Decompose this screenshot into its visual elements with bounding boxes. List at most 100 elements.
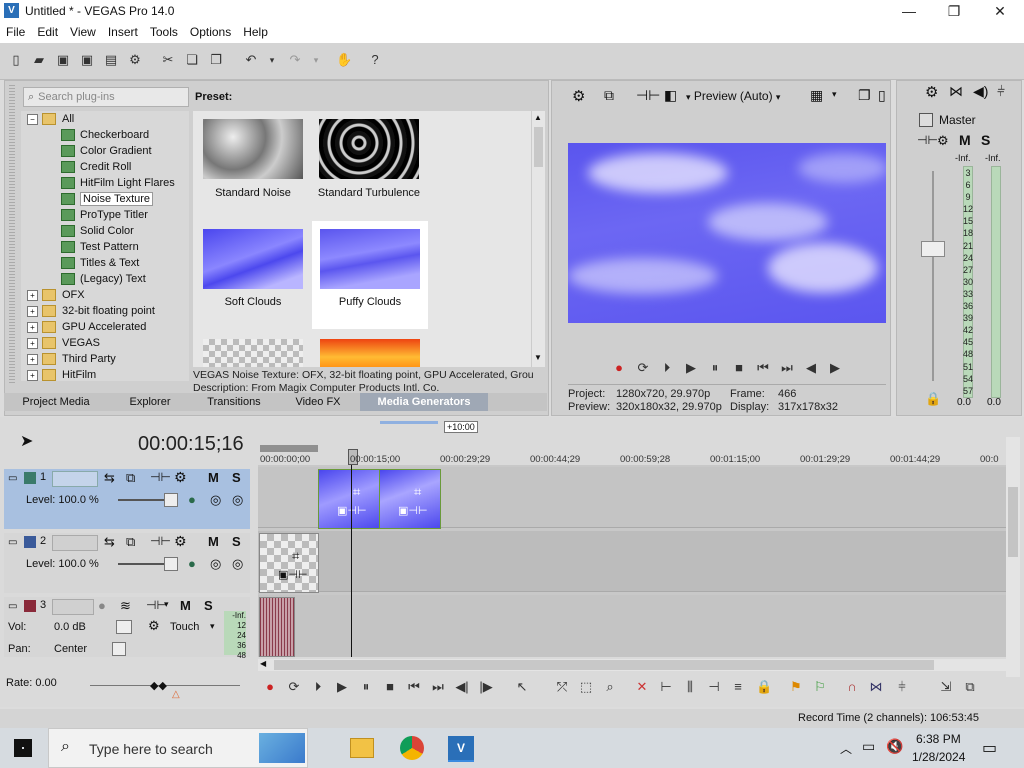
panel-grip[interactable] xyxy=(9,85,15,385)
split-icon[interactable]: ⫼ xyxy=(682,679,698,695)
track-1-gear-icon[interactable]: ⚙ xyxy=(174,469,187,486)
tree-item-vegas[interactable]: + VEGAS xyxy=(27,335,100,351)
loop-icon[interactable]: ⟳ xyxy=(286,679,302,695)
next-frame-icon[interactable]: ▶ xyxy=(828,361,842,375)
play-icon[interactable]: ▶ xyxy=(334,679,350,695)
go-to-end-icon[interactable]: ⏭ xyxy=(780,361,794,375)
split-screen-icon[interactable]: ⊣⊢ xyxy=(636,87,660,104)
windows-start-icon[interactable] xyxy=(14,739,32,757)
undo-icon[interactable]: ↶ xyxy=(243,52,259,68)
mixer-solo-button[interactable]: S xyxy=(981,132,990,148)
tab-video-fx[interactable]: Video FX xyxy=(280,393,356,411)
tab-explorer[interactable]: Explorer xyxy=(108,393,192,411)
hscroll-thumb[interactable] xyxy=(274,660,934,670)
track-1-name-field[interactable] xyxy=(52,471,98,487)
play-from-start-icon[interactable]: ⏵ xyxy=(660,361,674,375)
redo-dropdown-icon[interactable]: ▾ xyxy=(308,52,324,68)
expand-icon[interactable]: + xyxy=(27,353,38,365)
play-icon[interactable]: ▶ xyxy=(684,361,698,375)
next-frame-icon[interactable]: |▶ xyxy=(478,679,494,695)
volume-muted-icon[interactable]: 🔇 xyxy=(886,738,903,755)
preset-soft-clouds-thumb[interactable] xyxy=(203,229,303,289)
timecode-display[interactable]: 00:00:15;16 xyxy=(138,433,244,456)
maximize-button[interactable]: ❐ xyxy=(931,0,977,23)
save-snapshot-icon[interactable]: ▯ xyxy=(878,87,886,104)
preset-standard-turbulence-thumb[interactable] xyxy=(319,119,419,179)
tree-item-titles-text[interactable]: Titles & Text xyxy=(61,255,139,271)
track-3-header[interactable]: ▭ 3 ● ≋ ⊣⊢ ▾ M S Vol: 0.0 dB ⚙ Touch ▾ P… xyxy=(4,597,250,660)
expand-icon[interactable]: + xyxy=(27,289,38,301)
close-button[interactable]: ✕ xyxy=(977,0,1023,23)
mixer-gear-icon[interactable]: ⚙ xyxy=(925,83,938,101)
preview-quality-dropdown[interactable]: ▾ Preview (Auto) ▾ xyxy=(686,89,780,103)
record-icon[interactable]: ● xyxy=(612,361,626,375)
record-icon[interactable]: ● xyxy=(262,679,278,695)
preview-device-icon[interactable]: ⧉ xyxy=(604,87,614,104)
track-2-solo-button[interactable]: S xyxy=(232,534,241,549)
properties-gear-icon[interactable]: ⚙ xyxy=(127,52,143,68)
track-3-mute-button[interactable]: M xyxy=(180,598,191,613)
taskbar-date[interactable]: 1/28/2024 xyxy=(912,750,965,764)
render-icon[interactable]: ▤ xyxy=(103,52,119,68)
lock-icon[interactable]: 🔒 xyxy=(756,679,772,695)
mixer-speaker-icon[interactable]: ◀) xyxy=(973,83,988,100)
rate-slider-thumb[interactable]: ◆◆ xyxy=(150,679,167,692)
taskbar-search-box[interactable]: ⌕ Type here to search xyxy=(48,728,308,768)
track-3-pan-slider-thumb[interactable] xyxy=(112,642,126,656)
go-to-start-icon[interactable]: ⏮ xyxy=(406,679,422,695)
track-1-composite-mode-icon[interactable]: ● xyxy=(188,492,196,507)
tree-item-test-pattern[interactable]: Test Pattern xyxy=(61,239,139,255)
menu-view[interactable]: View xyxy=(64,23,102,39)
track-1-child-icon[interactable]: ◎ xyxy=(232,492,243,508)
track-1-solo-button[interactable]: S xyxy=(232,470,241,485)
expand-icon[interactable]: + xyxy=(27,321,38,333)
track-3-minimize-icon[interactable]: ▭ xyxy=(8,601,17,612)
crop-icon[interactable]: ⌗ xyxy=(414,484,421,500)
tree-item-solid-color[interactable]: Solid Color xyxy=(61,223,134,239)
file-explorer-icon[interactable] xyxy=(350,738,374,758)
track-3-automation-gear-icon[interactable]: ⚙ xyxy=(148,618,160,634)
preset-fire-thumb[interactable] xyxy=(320,339,420,367)
snapping-icon[interactable]: ∩ xyxy=(844,679,860,695)
menu-edit[interactable]: Edit xyxy=(31,23,64,39)
new-file-icon[interactable]: ▯ xyxy=(8,52,24,68)
zoom-tool-icon[interactable]: ⌕ xyxy=(602,679,618,695)
grid-overlay-icon[interactable]: ▦ xyxy=(810,87,823,104)
stop-icon[interactable]: ■ xyxy=(732,361,746,375)
taskbar-time[interactable]: 6:38 PM xyxy=(916,732,961,746)
preset-checkerboard-thumb[interactable] xyxy=(203,339,303,367)
loop-region[interactable] xyxy=(260,445,318,452)
mixer-mute-button[interactable]: M xyxy=(959,132,971,148)
tab-transitions[interactable]: Transitions xyxy=(196,393,272,411)
track-2-mute-button[interactable]: M xyxy=(208,534,219,549)
track-3-fx-dropdown-icon[interactable]: ▾ xyxy=(164,599,169,610)
copy-snapshot-icon[interactable]: ❐ xyxy=(858,87,871,104)
menu-insert[interactable]: Insert xyxy=(102,23,144,39)
track-2-child-icon[interactable]: ◎ xyxy=(232,556,243,572)
vegas-taskbar-icon[interactable]: V xyxy=(448,736,474,762)
paste-icon[interactable]: ❐ xyxy=(208,52,224,68)
auto-ripple-icon[interactable]: ⫩ xyxy=(894,679,910,695)
normal-edit-tool-icon[interactable]: ↖ xyxy=(514,679,530,695)
master-fader-handle[interactable] xyxy=(921,241,945,257)
tree-item-legacy-text[interactable]: (Legacy) Text xyxy=(61,271,146,287)
expand-icon[interactable]: + xyxy=(27,305,38,317)
cut-icon[interactable]: ✂ xyxy=(160,52,176,68)
plugin-search-input[interactable]: ⌕ Search plug-ins xyxy=(23,87,189,107)
preset-soft-clouds-label[interactable]: Soft Clouds xyxy=(195,296,311,308)
tree-item-gpu-accelerated[interactable]: + GPU Accelerated xyxy=(27,319,146,335)
ripple-icon[interactable]: ≡ xyxy=(730,679,746,695)
tree-item-protype-titler[interactable]: ProType Titler xyxy=(61,207,148,223)
menu-help[interactable]: Help xyxy=(237,23,274,39)
pause-icon[interactable]: ⏸ xyxy=(708,361,722,375)
media-fx-icon[interactable]: ▣⊣⊢ xyxy=(398,504,428,517)
region-icon[interactable]: ⚐ xyxy=(812,679,828,695)
track-2-name-field[interactable] xyxy=(52,535,98,551)
go-to-end-icon[interactable]: ⏭ xyxy=(430,679,446,695)
save-as-icon[interactable]: ▣ xyxy=(79,52,95,68)
track-1-level-thumb[interactable] xyxy=(164,493,178,507)
loop-icon[interactable]: ⟳ xyxy=(636,361,650,375)
track-3-touch-dropdown-icon[interactable]: ▾ xyxy=(210,621,215,632)
collapse-icon[interactable]: − xyxy=(27,113,38,125)
minimize-button[interactable]: — xyxy=(886,0,932,23)
